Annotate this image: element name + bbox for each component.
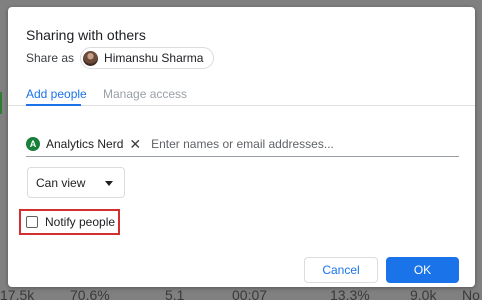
ok-button[interactable]: OK — [386, 257, 459, 283]
notify-label: Notify people — [45, 215, 116, 229]
tab-add-people[interactable]: Add people — [26, 87, 87, 101]
close-icon[interactable]: ✕ — [129, 136, 141, 153]
person-chip[interactable]: A Analytics Nerd ✕ — [26, 136, 141, 153]
background-value: 70.6% — [70, 287, 110, 300]
background-value: 5.1 — [165, 287, 185, 300]
person-avatar-icon: A — [26, 137, 40, 151]
share-as-row: Share as Himanshu Sharma — [26, 47, 215, 69]
background-value: 00:07 — [232, 287, 268, 300]
share-as-user-chip[interactable]: Himanshu Sharma — [80, 47, 215, 69]
caret-down-icon — [105, 181, 113, 186]
background-value: 9.0k — [410, 287, 437, 300]
active-tab-indicator — [26, 104, 81, 106]
cancel-button[interactable]: Cancel — [304, 257, 378, 283]
share-as-user-name: Himanshu Sharma — [104, 51, 204, 65]
dialog-title: Sharing with others — [26, 27, 146, 43]
email-input[interactable] — [151, 137, 402, 151]
background-chart-line — [0, 92, 8, 114]
tab-manage-access[interactable]: Manage access — [103, 87, 187, 101]
person-chip-name: Analytics Nerd — [46, 137, 124, 151]
people-input-row: A Analytics Nerd ✕ — [26, 132, 459, 157]
user-avatar-icon — [83, 50, 99, 66]
tab-bar: Add people Manage access — [8, 77, 475, 106]
role-select-value: Can view — [36, 175, 86, 190]
sharing-dialog: Sharing with others Share as Himanshu Sh… — [8, 7, 475, 287]
notify-people-row[interactable]: Notify people — [26, 215, 115, 229]
share-as-label: Share as — [26, 51, 75, 65]
role-select-dropdown[interactable]: Can view — [27, 167, 125, 198]
background-value: 13.3% — [330, 287, 370, 300]
background-value: 17.5k — [0, 287, 35, 300]
background-table-row: 17.5k 70.6% 5.1 00:07 13.3% 9.0k No — [0, 287, 482, 300]
notify-checkbox[interactable] — [26, 216, 38, 228]
background-value: No — [462, 287, 480, 300]
